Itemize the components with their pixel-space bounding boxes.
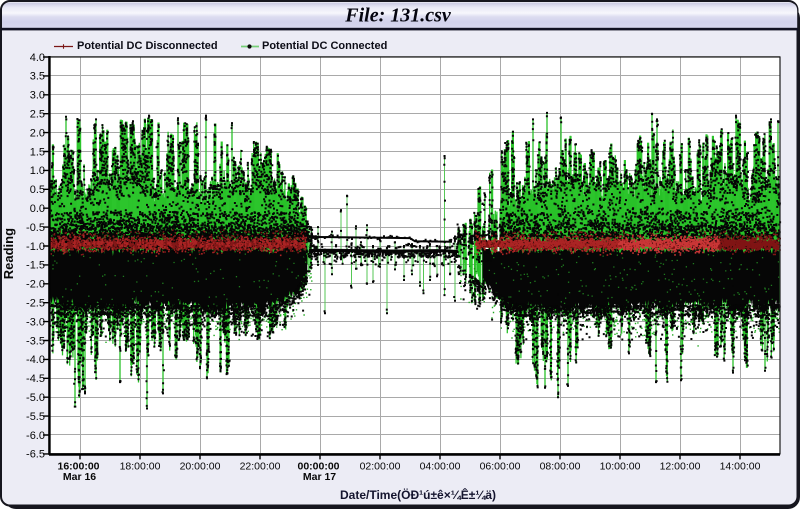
svg-text:3.0: 3.0 [30, 90, 45, 102]
svg-text:-1.5: -1.5 [26, 260, 45, 272]
svg-text:-4.5: -4.5 [26, 373, 45, 385]
svg-text:File: 131.csv: File: 131.csv [344, 5, 452, 27]
svg-text:06:00:00: 06:00:00 [480, 461, 521, 473]
svg-text:02:00:00: 02:00:00 [360, 461, 401, 473]
svg-text:22:00:00: 22:00:00 [240, 461, 281, 473]
svg-text:Potential DC Disconnected: Potential DC Disconnected [77, 40, 218, 52]
svg-text:0.0: 0.0 [30, 203, 45, 215]
svg-text:-6.0: -6.0 [26, 430, 45, 442]
svg-text:-5.5: -5.5 [26, 411, 45, 423]
svg-text:-2.0: -2.0 [26, 279, 45, 291]
svg-text:14:00:00: 14:00:00 [720, 461, 761, 473]
svg-text:Mar 17: Mar 17 [303, 471, 336, 483]
svg-text:04:00:00: 04:00:00 [420, 461, 461, 473]
svg-text:-6.5: -6.5 [26, 449, 45, 461]
svg-text:2.0: 2.0 [30, 127, 45, 139]
svg-text:10:00:00: 10:00:00 [600, 461, 641, 473]
svg-text:0.5: 0.5 [30, 184, 45, 196]
svg-text:Date/Time(ÖÐ¹ú±ê×¼Ê±¼ä): Date/Time(ÖÐ¹ú±ê×¼Ê±¼ä) [340, 487, 496, 502]
svg-text:08:00:00: 08:00:00 [540, 461, 581, 473]
svg-text:Potential DC Connected: Potential DC Connected [262, 40, 387, 52]
svg-text:1.0: 1.0 [30, 165, 45, 177]
svg-text:12:00:00: 12:00:00 [660, 461, 701, 473]
svg-text:20:00:00: 20:00:00 [180, 461, 221, 473]
svg-text:18:00:00: 18:00:00 [120, 461, 161, 473]
svg-text:-1.0: -1.0 [26, 241, 45, 253]
svg-text:1.5: 1.5 [30, 146, 45, 158]
svg-text:-2.5: -2.5 [26, 298, 45, 310]
svg-text:-0.5: -0.5 [26, 222, 45, 234]
svg-text:-5.0: -5.0 [26, 392, 45, 404]
svg-text:3.5: 3.5 [30, 71, 45, 83]
svg-text:Reading: Reading [1, 228, 16, 279]
svg-text:-3.5: -3.5 [26, 335, 45, 347]
svg-text:2.5: 2.5 [30, 109, 45, 121]
svg-text:4.0: 4.0 [30, 52, 45, 64]
svg-text:-3.0: -3.0 [26, 316, 45, 328]
svg-text:Mar 16: Mar 16 [63, 471, 96, 483]
svg-text:-4.0: -4.0 [26, 354, 45, 366]
